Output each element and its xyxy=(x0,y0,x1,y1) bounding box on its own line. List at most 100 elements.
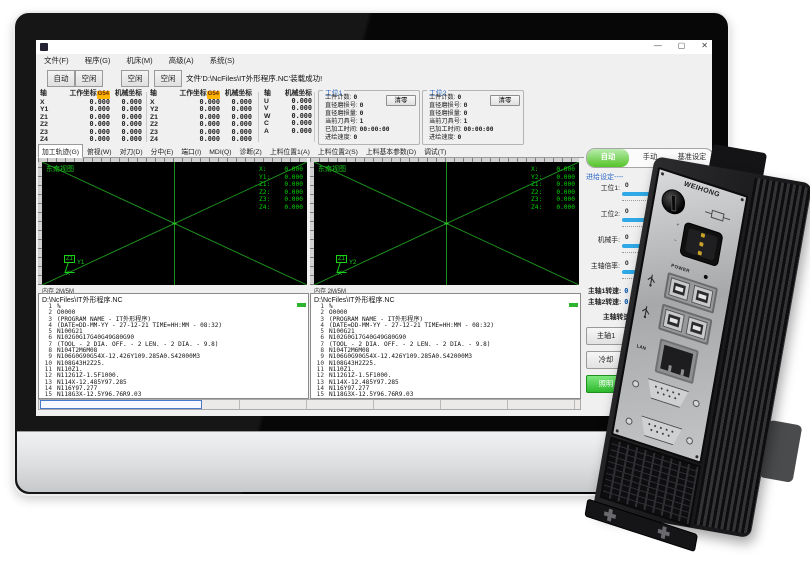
menu-item[interactable]: 文件(F) xyxy=(36,54,77,67)
toolbar-button[interactable]: 自动 xyxy=(47,70,75,87)
station-field: 直径磨损量:0 xyxy=(325,110,417,118)
maximize-button[interactable]: ▢ xyxy=(678,41,686,50)
slider-label: 工位1: xyxy=(584,182,620,192)
view-name: 东南视图 xyxy=(46,164,74,174)
station-field: 当前刀具号:1 xyxy=(325,118,417,126)
toolbar: 自动空闲空闲空闲 文件'D:\NcFiles\IT外形程序.NC'装载成功! xyxy=(36,67,712,90)
feed-settings-title: 进给设定---- xyxy=(586,172,623,182)
menu-item[interactable]: 程序(G) xyxy=(77,54,119,67)
toolbar-button[interactable]: 空闲 xyxy=(154,70,182,87)
tab[interactable]: 分中(E) xyxy=(147,144,178,158)
tab[interactable]: MDI(Q) xyxy=(205,147,235,158)
usb-port xyxy=(686,316,708,340)
station-field: 进给速度:0 xyxy=(325,134,417,142)
lan-label: LAN xyxy=(636,343,646,351)
slider-label: 机械手: xyxy=(584,234,620,244)
slider-value: 0 xyxy=(625,182,629,189)
menu-bar: 文件(F)程序(G)机床(M)高级(A)系统(S) xyxy=(36,54,712,67)
nc-program-panel-2[interactable]: D:\NcFiles\IT外形程序.NC %O0000(PROGRAM NAME… xyxy=(310,293,581,399)
nc-code-lines: %O0000(PROGRAM NAME - IT外形程序)(DATE=DD-MM… xyxy=(314,304,568,398)
trajectory-canvas[interactable]: 东南视图 X:0.000Y2:0.000Z1:0.000Z2:0.000Z3:0… xyxy=(314,162,579,285)
db9-pins xyxy=(655,385,657,388)
menu-item[interactable]: 机床(M) xyxy=(118,54,160,67)
power-label: POWER xyxy=(671,263,690,274)
axis-header: 轴 xyxy=(150,90,168,99)
tab[interactable]: 俯视(W) xyxy=(83,144,116,158)
screw-icon xyxy=(692,399,700,408)
close-button[interactable]: ✕ xyxy=(701,41,708,50)
app-window: —▢✕ 文件(F)程序(G)机床(M)高级(A)系统(S) 自动空闲空闲空闲 文… xyxy=(36,40,712,416)
axis-triad: Z1 Y2 X xyxy=(336,255,360,277)
tab[interactable]: 调试(T) xyxy=(420,144,450,158)
nc-code-lines: %O0000(PROGRAM NAME - IT外形程序)(DATE=DD-MM… xyxy=(42,304,296,398)
tab[interactable]: 上料位置2(S) xyxy=(314,144,362,158)
horizontal-scrollbar[interactable] xyxy=(38,399,581,410)
title-bar: — ▢ ✕ xyxy=(36,40,712,55)
usb-port xyxy=(668,277,690,301)
power-led xyxy=(704,274,709,279)
mounting-hole xyxy=(603,507,617,523)
station-field: 已加工时间:00:00:00 xyxy=(325,126,417,134)
minimize-button[interactable]: — xyxy=(654,41,662,50)
divider xyxy=(314,92,315,142)
db9-shell xyxy=(637,415,684,448)
trajectory-view-2: 东南视图 X:0.000Y2:0.000Z1:0.000Z2:0.000Z3:0… xyxy=(310,158,579,285)
screw-icon xyxy=(615,429,618,433)
trajectory-canvas[interactable]: 东南视图 X:0.000Y1:0.000Z1:0.000Z2:0.000Z3:0… xyxy=(42,162,307,285)
slider-value: 0 xyxy=(625,234,629,241)
output-button[interactable]: 主轴1 xyxy=(586,327,626,345)
axis-header: 轴 xyxy=(40,90,58,99)
axis-readout: X:0.000Y1:0.000Z1:0.000Z2:0.000Z3:0.000Z… xyxy=(259,166,303,212)
screw-icon xyxy=(625,417,633,426)
mode-button[interactable]: 自动 xyxy=(587,149,629,167)
slider-value: 0 xyxy=(625,208,629,215)
station-panel-2: 工位2 清零 工件计数:0 直径磨损号:0 直径磨损量:0 当前刀具号:1 已加… xyxy=(422,90,524,145)
station-field: 直径磨损号:0 xyxy=(325,102,417,110)
axis-readout: X:0.000Y2:0.000Z1:0.000Z2:0.000Z3:0.000Z… xyxy=(531,166,575,212)
scrollbar-thumb[interactable] xyxy=(40,400,202,409)
progress-marker xyxy=(569,303,578,307)
station-field: 工件计数:0 xyxy=(325,94,417,102)
station-field: 工件计数:0 xyxy=(429,94,521,102)
menu-item[interactable]: 高级(A) xyxy=(161,54,202,67)
coord-row: A0.000 xyxy=(264,128,312,136)
station-field: 直径磨损量:0 xyxy=(429,110,521,118)
divider xyxy=(146,92,147,142)
nc-program-panel-1[interactable]: D:\NcFiles\IT外形程序.NC %O0000(PROGRAM NAME… xyxy=(38,293,309,399)
usb-port xyxy=(663,309,685,333)
status-message: 文件'D:\NcFiles\IT外形程序.NC'装载成功! xyxy=(186,73,322,84)
slider-value: 0 xyxy=(625,260,629,267)
menu-item[interactable]: 系统(S) xyxy=(202,54,243,67)
axis-triad: Z1 Y1 X xyxy=(64,255,88,277)
slider-label: 工位2: xyxy=(584,208,620,218)
app-icon xyxy=(40,43,48,51)
toolbar-button[interactable]: 空闲 xyxy=(121,70,149,87)
tab[interactable]: 端口(I) xyxy=(177,144,205,158)
coord-row: Z40.0000.000 xyxy=(40,136,142,144)
coord-group-1: 轴 工作坐标G54 机械坐标 X0.0000.000 Y10.0000.000 … xyxy=(40,90,142,144)
toolbar-button[interactable]: 空闲 xyxy=(75,70,103,87)
screw-icon xyxy=(686,436,694,445)
coord-group-3: 轴 机械坐标 U0.000 V0.000 W0.000 C0.000 A0.00… xyxy=(264,90,312,144)
db9-pins xyxy=(648,423,650,426)
spindle-speeds: 主轴1转速:0主轴2转速:0 xyxy=(588,286,628,308)
polarity-mark: + xyxy=(676,223,680,229)
station-field: 进给速度:0 xyxy=(429,134,521,142)
station-field: 直径磨损号:0 xyxy=(429,102,521,110)
tab[interactable]: 加工轨迹(G) xyxy=(38,144,83,158)
station-field: 当前刀具号:1 xyxy=(429,118,521,126)
coord-group-2: 轴 工作坐标G54 机械坐标 X0.0000.000 Y20.0000.000 … xyxy=(150,90,252,144)
power-inlet xyxy=(679,221,723,267)
tab[interactable]: 上料基本参数(D) xyxy=(362,144,420,158)
db9-shell xyxy=(643,377,690,410)
polarity-mark: − xyxy=(673,238,677,244)
fuse-knob xyxy=(660,186,687,217)
axis-header: 轴 xyxy=(264,90,282,98)
tab[interactable]: 上料位置1(A) xyxy=(266,144,314,158)
usb-icon xyxy=(639,304,653,321)
view-name: 东南视图 xyxy=(318,164,346,174)
tab[interactable]: 对刀(D) xyxy=(116,144,147,158)
scene: —▢✕ 文件(F)程序(G)机床(M)高级(A)系统(S) 自动空闲空闲空闲 文… xyxy=(0,0,810,561)
tab[interactable]: 诊断(Z) xyxy=(236,144,266,158)
mounting-hole xyxy=(657,525,671,541)
